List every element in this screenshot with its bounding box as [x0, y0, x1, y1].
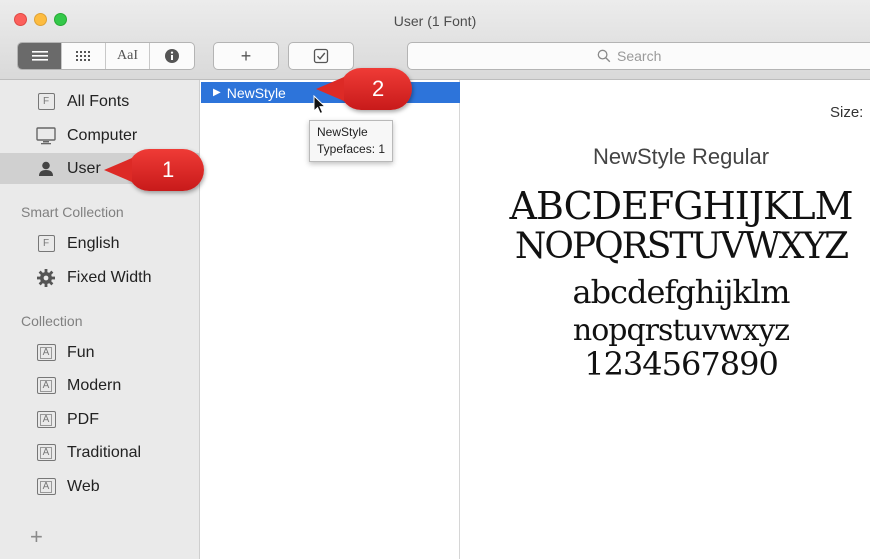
sample-line-lowercase-2: nopqrstuvwxyz — [572, 313, 790, 348]
window-title: User (1 Font) — [393, 13, 477, 29]
font-document-icon: F — [36, 92, 56, 112]
callout-number: 1 — [162, 157, 175, 182]
tooltip: NewStyle Typefaces: 1 — [309, 120, 394, 162]
sidebar-item-label: English — [67, 234, 120, 252]
font-list: ▶ NewStyle NewStyle Typefaces: 1 — [201, 80, 460, 559]
disclosure-triangle-icon[interactable]: ▶ — [213, 87, 221, 98]
sidebar-item-english[interactable]: F English — [0, 228, 200, 259]
collection-heading: Collection — [21, 313, 83, 329]
sample-view-button[interactable]: AaI — [106, 43, 150, 69]
person-icon — [36, 159, 56, 179]
sidebar-item-label: Computer — [67, 126, 138, 144]
search-icon — [597, 49, 611, 63]
sample-line-uppercase-1: ABCDEFGHIJKLM — [509, 184, 854, 228]
sidebar-item-label: All Fonts — [67, 92, 130, 110]
tooltip-font-name: NewStyle — [317, 125, 368, 139]
sidebar-item-label: User — [67, 159, 101, 177]
sidebar-item-label: Traditional — [67, 443, 142, 461]
search-input[interactable] — [617, 48, 687, 64]
info-icon — [165, 49, 179, 63]
preview-font-name: NewStyle Regular — [592, 144, 770, 169]
font-preview: Size: NewStyle Regular ABCDEFGHIJKLM NOP… — [461, 80, 870, 559]
sidebar-item-all-fonts[interactable]: F All Fonts — [0, 86, 200, 117]
sidebar-item-traditional[interactable]: A Traditional — [0, 437, 200, 468]
sidebar-item-computer[interactable]: Computer — [0, 120, 200, 151]
sample-line-uppercase-2: NOPQRSTUVWXYZ — [514, 226, 849, 267]
sidebar-item-label: Modern — [67, 376, 122, 394]
callout-1: 1 — [104, 149, 204, 191]
smart-collection-heading: Smart Collection — [21, 204, 124, 220]
font-document-icon: F — [36, 234, 56, 254]
collection-icon: A — [36, 376, 56, 396]
sample-line-lowercase-1: abcdefghijklm — [572, 273, 791, 311]
collection-icon: A — [36, 343, 56, 363]
list-view-button[interactable] — [18, 43, 62, 69]
sidebar-item-label: Fixed Width — [67, 268, 152, 286]
sidebar-item-label: Fun — [67, 343, 95, 361]
add-collection-button[interactable]: + — [30, 524, 43, 550]
font-family-label: NewStyle — [226, 84, 286, 101]
view-mode-segmented-control: AaI — [17, 42, 195, 70]
sidebar-item-pdf[interactable]: A PDF — [0, 404, 200, 435]
sidebar-item-label: PDF — [67, 410, 99, 428]
callout-arrow-icon — [104, 158, 132, 182]
sample-line-digits: 1234567890 — [584, 345, 779, 383]
callout-number: 2 — [372, 76, 385, 101]
font-book-window: User (1 Font) AaI + Search F All Fonts C… — [0, 0, 870, 559]
collection-icon: A — [36, 410, 56, 430]
callout-arrow-icon — [316, 77, 344, 101]
collection-icon: A — [36, 443, 56, 463]
sample-text-icon: AaI — [117, 48, 138, 63]
plus-icon: + — [240, 45, 252, 66]
grid-view-button[interactable] — [62, 43, 106, 69]
list-icon — [31, 51, 48, 61]
sidebar-item-web[interactable]: A Web — [0, 471, 200, 502]
grid-icon — [75, 51, 90, 61]
add-font-button[interactable]: + — [213, 42, 279, 70]
callout-2: 2 — [316, 68, 412, 110]
tooltip-typefaces: Typefaces: 1 — [317, 142, 386, 156]
toolbar: User (1 Font) AaI + Search — [0, 0, 870, 80]
checkbox-icon — [313, 48, 329, 64]
sidebar-item-label: Web — [67, 477, 100, 495]
search-field[interactable] — [407, 42, 870, 70]
sidebar-item-modern[interactable]: A Modern — [0, 370, 200, 401]
gear-icon — [36, 268, 56, 288]
sidebar-item-fun[interactable]: A Fun — [0, 337, 200, 368]
sidebar-item-fixed-width[interactable]: Fixed Width — [0, 262, 200, 293]
info-view-button[interactable] — [150, 43, 194, 69]
monitor-icon — [36, 126, 56, 146]
size-label: Size: — [830, 104, 864, 121]
collection-icon: A — [36, 477, 56, 497]
validate-font-button[interactable] — [288, 42, 354, 70]
